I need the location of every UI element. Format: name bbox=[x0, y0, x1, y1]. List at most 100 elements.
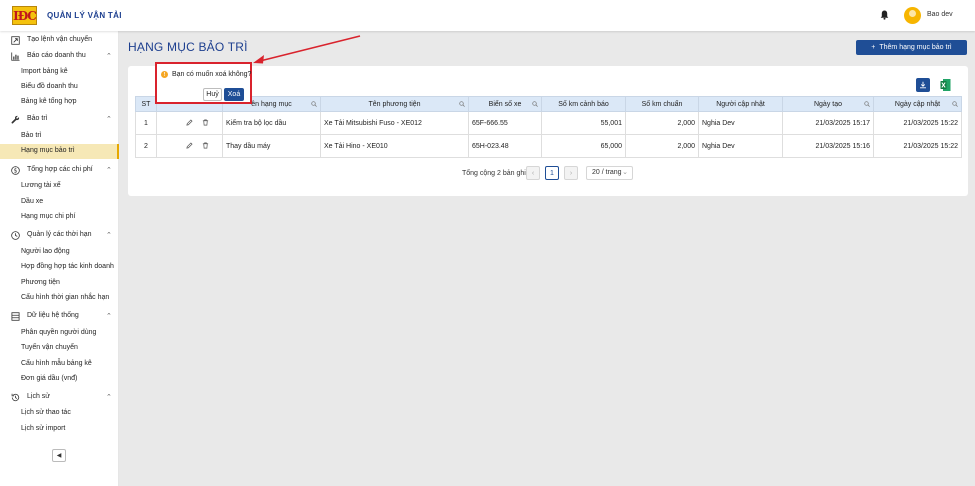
sidebar-item-reminder-config[interactable]: Cấu hình thời gian nhắc hạn bbox=[0, 291, 119, 306]
sidebar-group-label: Tạo lệnh vận chuyển bbox=[27, 36, 92, 43]
dispatch-order-icon bbox=[11, 36, 20, 45]
sidebar-item-create-transport-order[interactable]: Tạo lệnh vận chuyển bbox=[0, 33, 119, 48]
search-icon[interactable] bbox=[864, 101, 870, 107]
sidebar-group-maintenance[interactable]: Bảo trì ⌃ bbox=[0, 112, 119, 127]
bar-chart-icon bbox=[11, 52, 20, 61]
cell-updated: 21/03/2025 15:22 bbox=[873, 111, 962, 135]
chevron-right-icon: › bbox=[569, 169, 573, 177]
sidebar-group-history[interactable]: Lịch sử ⌃ bbox=[0, 390, 119, 405]
sidebar-group-label: Tổng hợp các chi phí bbox=[27, 166, 93, 173]
sidebar-group-revenue-report[interactable]: Báo cáo doanh thu ⌃ bbox=[0, 49, 119, 64]
cell-vehicle: Xe Tải Mitsubishi Fuso - XE012 bbox=[320, 111, 469, 135]
avatar[interactable] bbox=[904, 7, 921, 24]
col-header-created-date[interactable]: Ngày tạo bbox=[782, 96, 874, 112]
sidebar-group-label: Bảo trì bbox=[27, 115, 48, 122]
page-size-select[interactable]: 20 / trang ⌄ bbox=[586, 166, 633, 180]
wrench-icon bbox=[11, 115, 20, 124]
sidebar-group-system-data[interactable]: Dữ liệu hệ thống ⌃ bbox=[0, 309, 119, 324]
sidebar-item-label: Cấu hình thời gian nhắc hạn bbox=[21, 294, 110, 301]
sidebar-item-transport-routes[interactable]: Tuyến vận chuyển bbox=[0, 341, 119, 356]
cell-plate: 65H-023.48 bbox=[468, 134, 542, 158]
col-header-label: Tên phương tiện bbox=[368, 100, 421, 108]
col-header-label: ên hạng mục bbox=[251, 100, 292, 108]
sidebar-item-fuel-price[interactable]: Đơn giá dầu (vnđ) bbox=[0, 372, 119, 387]
cell-created: 21/03/2025 15:16 bbox=[782, 134, 874, 158]
cell-plate: 65F-666.55 bbox=[468, 111, 542, 135]
bell-icon[interactable] bbox=[880, 10, 889, 20]
download-icon bbox=[920, 81, 926, 89]
sidebar-item-fuel[interactable]: Dầu xe bbox=[0, 195, 119, 210]
edit-icon[interactable] bbox=[185, 141, 193, 149]
svg-text:$: $ bbox=[14, 169, 18, 175]
col-header-updated-date[interactable]: Ngày cập nhật bbox=[873, 96, 962, 112]
col-header-updated-by[interactable]: Người cập nhật bbox=[698, 96, 783, 112]
cell-warning-km: 55,001 bbox=[541, 111, 626, 135]
sidebar-item-label: Người lao động bbox=[21, 248, 70, 255]
cell-item-name: Thay dầu máy bbox=[222, 134, 321, 158]
username[interactable]: Bao dev bbox=[927, 11, 953, 18]
sidebar-group-costs[interactable]: $ Tổng hợp các chi phí ⌃ bbox=[0, 163, 119, 178]
edit-icon[interactable] bbox=[185, 118, 193, 126]
prev-page-button[interactable]: ‹ bbox=[526, 166, 540, 180]
sidebar-item-driver-salary[interactable]: Lương tài xế bbox=[0, 179, 119, 194]
col-header-label: Ngày tạo bbox=[813, 100, 843, 108]
sidebar-item-vehicles[interactable]: Phương tiện bbox=[0, 276, 119, 291]
cell-stt: 1 bbox=[135, 111, 157, 135]
sidebar-item-import-history[interactable]: Lịch sử import bbox=[0, 422, 119, 437]
maintenance-table: ST ên hạng mục Tên phương tiện Biển số x… bbox=[135, 96, 962, 158]
sidebar: Tạo lệnh vận chuyển Báo cáo doanh thu ⌃ … bbox=[0, 31, 119, 486]
sidebar-item-action-history[interactable]: Lịch sử thao tác bbox=[0, 406, 119, 421]
delete-confirm-popover: ! Bạn có muốn xoá không? Huỷ Xoá bbox=[155, 62, 252, 104]
sidebar-item-label: Phân quyền người dùng bbox=[21, 329, 97, 336]
col-header-stt[interactable]: ST bbox=[135, 96, 157, 112]
sidebar-item-maintenance-category[interactable]: Hạng mục bảo trì bbox=[0, 144, 119, 159]
search-icon[interactable] bbox=[952, 101, 958, 107]
cell-vehicle: Xe Tải Hino - XE010 bbox=[320, 134, 469, 158]
sidebar-item-label: Hạng mục chi phí bbox=[21, 213, 76, 220]
search-icon[interactable] bbox=[459, 101, 465, 107]
page-number-current[interactable]: 1 bbox=[545, 166, 559, 180]
sidebar-item-label: Cấu hình mẫu bảng kê bbox=[21, 360, 92, 367]
table-row: 2 Thay dầu máy Xe Tải Hino - XE010 65H-0… bbox=[135, 134, 962, 158]
excel-icon[interactable] bbox=[940, 78, 951, 92]
next-page-button[interactable]: › bbox=[564, 166, 578, 180]
add-maintenance-category-button[interactable]: + Thêm hạng mục bảo trì bbox=[856, 40, 967, 55]
delete-icon[interactable] bbox=[202, 119, 209, 126]
col-header-plate[interactable]: Biển số xe bbox=[468, 96, 542, 112]
sidebar-item-summary-statement[interactable]: Bảng kê tổng hợp bbox=[0, 95, 119, 110]
chevron-left-icon: ‹ bbox=[531, 169, 535, 177]
sidebar-item-workers[interactable]: Người lao động bbox=[0, 245, 119, 260]
company-logo[interactable]: IĐC bbox=[12, 6, 37, 25]
search-icon[interactable] bbox=[311, 101, 317, 107]
search-icon[interactable] bbox=[532, 101, 538, 107]
export-button[interactable] bbox=[916, 78, 930, 92]
sidebar-item-label: Dầu xe bbox=[21, 198, 44, 205]
sidebar-item-label: Lịch sử thao tác bbox=[21, 409, 71, 416]
sidebar-group-label: Quản lý các thời hạn bbox=[27, 231, 92, 238]
col-header-standard-km[interactable]: Số km chuẩn bbox=[625, 96, 699, 112]
cancel-button[interactable]: Huỷ bbox=[203, 88, 222, 101]
sidebar-item-maintenance[interactable]: Bảo trì bbox=[0, 129, 119, 144]
confirm-delete-button[interactable]: Xoá bbox=[224, 88, 244, 101]
sidebar-item-cost-category[interactable]: Hạng mục chi phí bbox=[0, 210, 119, 225]
chevron-up-icon: ⌃ bbox=[106, 394, 112, 401]
sidebar-item-label: Bảng kê tổng hợp bbox=[21, 98, 77, 105]
col-header-label: Ngày cập nhật bbox=[894, 100, 941, 108]
collapse-sidebar-button[interactable]: ◀ bbox=[52, 449, 66, 462]
sidebar-item-revenue-chart[interactable]: Biểu đồ doanh thu bbox=[0, 80, 119, 95]
sidebar-item-statement-template[interactable]: Cấu hình mẫu bảng kê bbox=[0, 357, 119, 372]
sidebar-item-user-permissions[interactable]: Phân quyền người dùng bbox=[0, 326, 119, 341]
sidebar-item-import-statement[interactable]: Import bảng kê bbox=[0, 65, 119, 80]
delete-icon[interactable] bbox=[202, 142, 209, 149]
logo-text: IĐC bbox=[13, 8, 37, 23]
col-header-warning-km[interactable]: Số km cảnh báo bbox=[541, 96, 626, 112]
cell-item-name: Kiểm tra bộ lọc dầu bbox=[222, 111, 321, 135]
chevron-up-icon: ⌃ bbox=[106, 167, 112, 174]
col-header-vehicle-name[interactable]: Tên phương tiện bbox=[320, 96, 469, 112]
sidebar-item-label: Lương tài xế bbox=[21, 182, 61, 189]
add-button-label: Thêm hạng mục bảo trì bbox=[879, 44, 952, 51]
confirm-message: Bạn có muốn xoá không? bbox=[172, 71, 252, 78]
sidebar-group-deadlines[interactable]: Quản lý các thời hạn ⌃ bbox=[0, 228, 119, 243]
sidebar-item-label: Import bảng kê bbox=[21, 68, 68, 75]
sidebar-item-business-contracts[interactable]: Hợp đồng hợp tác kinh doanh bbox=[0, 260, 119, 275]
